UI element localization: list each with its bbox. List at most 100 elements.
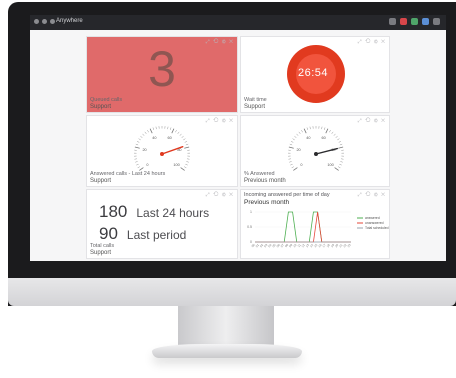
total-24h-value: 180 bbox=[99, 202, 128, 221]
gauge-tick bbox=[291, 166, 294, 169]
gauge-tick bbox=[339, 163, 342, 166]
calls-caption: Queued calls Support bbox=[90, 97, 122, 110]
gauge-tick bbox=[335, 135, 338, 138]
y-tick-label: 1 bbox=[250, 210, 252, 214]
gauge-tick bbox=[149, 128, 153, 134]
profile-icon[interactable] bbox=[422, 18, 429, 25]
notification-icon[interactable] bbox=[400, 18, 407, 25]
gauge-tick bbox=[288, 146, 294, 149]
extension-icon[interactable] bbox=[389, 18, 396, 25]
gauge-tick bbox=[333, 133, 336, 136]
gauge-tick-label: 60 bbox=[322, 136, 326, 140]
gauge-tick bbox=[136, 141, 140, 143]
screen: Anywhere ⤢ ⟲ ⚙ ✕ 3 Queued calls Support … bbox=[30, 15, 446, 261]
total-24h-label: Last 24 hours bbox=[136, 206, 210, 220]
gauge-tick bbox=[134, 146, 140, 149]
total-period-label: Last period bbox=[126, 228, 187, 242]
total-calls-caption-title: Total calls bbox=[90, 243, 115, 249]
browser-tab-title[interactable]: Anywhere bbox=[56, 18, 83, 24]
total-period-value: 90 bbox=[99, 224, 118, 243]
gauge-tick bbox=[185, 143, 189, 146]
gauge-tick-label: 0 bbox=[146, 163, 148, 167]
total-calls-caption: Total calls Support bbox=[90, 243, 114, 256]
calls-value: 3 bbox=[148, 41, 176, 97]
gauge-tick-label: 100 bbox=[327, 163, 333, 167]
answered-calls-caption: Answered calls - Last 24 hours Support bbox=[90, 171, 165, 184]
gauge-tick bbox=[289, 143, 293, 146]
gauge-tick bbox=[338, 141, 342, 143]
tile-tools[interactable]: ⤢ ⟲ ⚙ ✕ bbox=[358, 192, 386, 198]
calls-caption-subtitle: Support bbox=[90, 103, 112, 110]
gauge-tick bbox=[290, 141, 294, 143]
gauge-tick bbox=[298, 131, 301, 134]
gauge-tick bbox=[325, 128, 329, 134]
gauge-tick bbox=[171, 128, 175, 134]
gauge-tick bbox=[329, 130, 331, 133]
calls-tile[interactable]: ⤢ ⟲ ⚙ ✕ 3 Queued calls Support bbox=[86, 36, 238, 113]
gauge-hub bbox=[314, 152, 318, 156]
gauge-hub bbox=[160, 152, 164, 156]
line-chart: 10.500001020304050607080910 1112131415161… bbox=[247, 210, 389, 248]
y-tick-label: 0.5 bbox=[247, 225, 252, 229]
gauge-tick bbox=[289, 161, 292, 163]
gauge-tick bbox=[183, 138, 186, 141]
legend-label: Total scheduled bbox=[365, 226, 389, 230]
tile-tools[interactable]: ⤢ ⟲ ⚙ ✕ bbox=[358, 118, 386, 124]
gauge-tick bbox=[309, 126, 311, 130]
gauge-tick-label: 40 bbox=[152, 136, 156, 140]
gauge-tick bbox=[294, 135, 297, 138]
minimize-window-button[interactable] bbox=[42, 19, 47, 24]
calls-caption-title: Queued calls bbox=[90, 97, 123, 103]
answered-calls-gauge: 02040 6080100 bbox=[134, 126, 190, 171]
gauge-tick bbox=[184, 146, 190, 149]
gauge-tick-label: 60 bbox=[168, 136, 172, 140]
monitor-chin bbox=[8, 278, 456, 306]
incoming-chart-tile[interactable]: ⤢ ⟲ ⚙ ✕ Incoming answered per time of da… bbox=[240, 189, 390, 259]
legend-label: answered bbox=[365, 216, 380, 220]
gauge-tick bbox=[337, 138, 340, 141]
answered-calls-gauge-tile[interactable]: ⤢ ⟲ ⚙ ✕ 0 20 40 60 80 100 Answered calls - La… bbox=[86, 115, 238, 187]
gauge-tick bbox=[152, 127, 154, 130]
gauge-tick bbox=[334, 167, 339, 171]
monitor-stand-base bbox=[152, 344, 302, 358]
gauge-tick bbox=[175, 130, 177, 133]
wait-time-caption-title: Wait time bbox=[244, 97, 267, 103]
gauge-tick bbox=[135, 143, 139, 146]
wait-time-caption: Wait time Support bbox=[244, 97, 267, 110]
percent-answered-caption-subtitle: Previous month bbox=[244, 177, 286, 184]
tile-tools[interactable]: ⤢ ⟲ ⚙ ✕ bbox=[358, 39, 386, 45]
total-calls-tile[interactable]: ⤢ ⟲ ⚙ ✕ 180 Last 24 hours 90 Last period… bbox=[86, 189, 238, 259]
browser-toolbar: Anywhere bbox=[30, 15, 446, 30]
gauge-tick bbox=[181, 135, 184, 138]
gauge-tick-label: 0 bbox=[300, 163, 302, 167]
close-window-button[interactable] bbox=[34, 19, 39, 24]
gauge-tick-label: 40 bbox=[306, 136, 310, 140]
chart-title: Incoming answered per time of day Previo… bbox=[244, 192, 330, 206]
status-icon[interactable] bbox=[411, 18, 418, 25]
gauge-tick-label: 100 bbox=[173, 163, 179, 167]
gauge-tick bbox=[142, 133, 145, 136]
gauge-tick bbox=[184, 141, 188, 143]
wait-time-value: 26:54 bbox=[298, 67, 329, 79]
gauge-tick bbox=[338, 146, 344, 149]
answered-calls-caption-subtitle: Support bbox=[90, 177, 112, 184]
wait-time-tile[interactable]: ⤢ ⟲ ⚙ ✕ 26:54 Wait time Support bbox=[240, 36, 390, 113]
gauge-tick bbox=[177, 131, 180, 134]
gauge-tick bbox=[321, 126, 323, 130]
total-row-24h: 180 Last 24 hours bbox=[99, 202, 209, 222]
tile-tools[interactable]: ⤢ ⟲ ⚙ ✕ bbox=[206, 192, 234, 198]
browser-toolbar-icons bbox=[389, 18, 440, 25]
tile-tools[interactable]: ⤢ ⟲ ⚙ ✕ bbox=[206, 118, 234, 124]
gauge-tick bbox=[306, 127, 308, 130]
total-calls-caption-subtitle: Support bbox=[90, 249, 112, 256]
menu-icon[interactable] bbox=[433, 18, 440, 25]
wait-time-caption-subtitle: Support bbox=[244, 103, 266, 110]
gauge-tick bbox=[136, 163, 139, 166]
chart-title-line: Incoming answered per time of day bbox=[244, 192, 330, 198]
percent-answered-caption: % Answered Previous month bbox=[244, 171, 286, 184]
percent-answered-gauge: 020406080100 bbox=[288, 126, 344, 171]
maximize-window-button[interactable] bbox=[50, 19, 55, 24]
percent-answered-gauge-tile[interactable]: ⤢ ⟲ ⚙ ✕ 020406080100 % Answered Previous… bbox=[240, 115, 390, 187]
gauge-tick bbox=[138, 138, 141, 141]
gauge-tick bbox=[339, 143, 343, 146]
